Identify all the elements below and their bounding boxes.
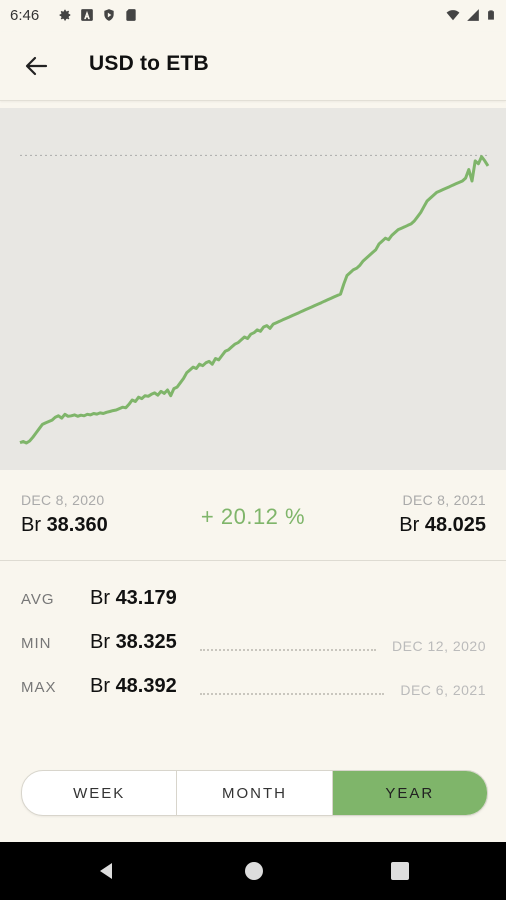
rate-value: 43.179 <box>115 587 177 609</box>
stat-date: DEC 12, 2020 <box>392 638 486 654</box>
rate-series-line <box>19 155 490 445</box>
stat-value: Br 48.392 <box>90 675 177 698</box>
wifi-icon <box>446 10 460 21</box>
rate-chart-svg <box>19 154 490 445</box>
period-month-button[interactable]: MONTH <box>176 771 331 815</box>
system-nav-bar <box>0 842 506 900</box>
period-week-button[interactable]: WEEK <box>22 771 176 815</box>
dotted-leader <box>200 649 376 651</box>
rate-value: 48.025 <box>424 514 486 536</box>
period-selector: WEEK MONTH YEAR <box>21 770 488 816</box>
stat-label: MIN <box>21 635 52 652</box>
stat-value: Br 43.179 <box>90 587 177 610</box>
currency-symbol: Br <box>90 587 110 609</box>
range-end-date: DEC 8, 2021 <box>402 492 486 508</box>
stat-value: Br 38.325 <box>90 631 177 654</box>
rate-value: 48.392 <box>115 675 177 697</box>
period-year-button[interactable]: YEAR <box>331 771 487 815</box>
range-summary: DEC 8, 2020 Br 38.360 + 20.12 % DEC 8, 2… <box>0 470 506 561</box>
status-time: 6:46 <box>10 7 40 24</box>
status-bar: 6:46 <box>0 0 506 32</box>
rate-value: 38.325 <box>115 631 177 653</box>
stat-min: MIN Br 38.325 DEC 12, 2020 <box>0 629 506 659</box>
nav-recents-icon[interactable] <box>389 860 411 882</box>
dotted-leader <box>200 693 384 695</box>
battery-icon <box>488 10 494 20</box>
arrow-left-icon[interactable] <box>20 50 52 82</box>
currency-symbol: Br <box>399 514 420 536</box>
shield-icon <box>104 9 114 21</box>
app-bar: USD to ETB <box>0 32 506 101</box>
page-title: USD to ETB <box>89 52 209 75</box>
sd-card-icon <box>126 9 136 21</box>
stat-label: MAX <box>21 679 57 696</box>
font-icon <box>81 9 93 21</box>
stat-label: AVG <box>21 591 55 608</box>
range-end-value: Br 48.025 <box>399 514 486 537</box>
currency-symbol: Br <box>90 631 110 653</box>
nav-home-icon[interactable] <box>243 860 265 882</box>
rate-chart <box>0 108 506 470</box>
signal-icon <box>467 9 479 21</box>
stat-avg: AVG Br 43.179 <box>0 585 506 615</box>
nav-back-icon[interactable] <box>95 860 117 882</box>
currency-symbol: Br <box>90 675 110 697</box>
stat-date: DEC 6, 2021 <box>400 682 486 698</box>
stat-max: MAX Br 48.392 DEC 6, 2021 <box>0 673 506 703</box>
settings-icon <box>59 9 71 21</box>
